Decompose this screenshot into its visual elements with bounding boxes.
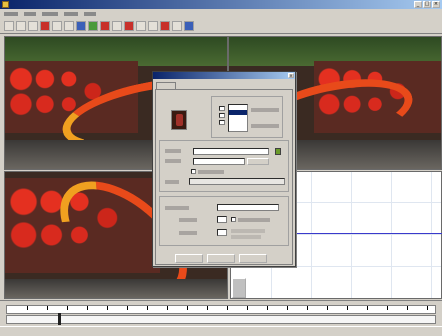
open-button[interactable] <box>16 21 26 31</box>
effect-settings-dialog: × <box>152 71 296 267</box>
label-dropdown <box>165 206 189 210</box>
window-title-bar <box>0 0 442 9</box>
menu-item-3[interactable] <box>42 12 58 16</box>
spin-field-1[interactable] <box>217 216 227 223</box>
tool-button-14[interactable] <box>160 21 170 31</box>
new-button[interactable] <box>4 21 14 31</box>
swatch-icon[interactable] <box>171 110 187 130</box>
browse-button[interactable] <box>247 158 269 165</box>
label-lower-right-2 <box>231 235 261 239</box>
ok-button[interactable] <box>175 254 203 263</box>
preset-listbox[interactable] <box>228 104 248 132</box>
playhead[interactable] <box>58 313 61 325</box>
menu-item-2[interactable] <box>24 12 36 16</box>
menu-item-4[interactable] <box>64 12 78 16</box>
color-picker-icon[interactable] <box>275 148 281 155</box>
toolbar <box>0 19 442 34</box>
record-button[interactable] <box>40 21 50 31</box>
minimize-icon[interactable]: _ <box>414 1 422 8</box>
menu-bar <box>0 9 442 19</box>
option-checkbox[interactable] <box>191 169 196 174</box>
dialog-title-bar <box>153 72 295 79</box>
status-bar <box>0 326 442 336</box>
tool-button-12[interactable] <box>136 21 146 31</box>
field-top-2[interactable] <box>219 113 225 118</box>
close-icon[interactable]: × <box>432 1 440 8</box>
input-field-2[interactable] <box>193 158 245 165</box>
field-top-1[interactable] <box>219 106 225 111</box>
save-button[interactable] <box>28 21 38 31</box>
menu-item-5[interactable] <box>84 12 96 16</box>
app-icon <box>2 1 9 8</box>
tool-button-10[interactable] <box>112 21 122 31</box>
effect-button[interactable] <box>76 21 86 31</box>
tab-general[interactable] <box>156 82 176 89</box>
play-button[interactable] <box>88 21 98 31</box>
maximize-icon[interactable]: □ <box>423 1 431 8</box>
window-controls: _ □ × <box>414 1 440 8</box>
label-field-2 <box>165 159 181 163</box>
label-field-3 <box>165 180 179 184</box>
side-button[interactable] <box>232 278 246 298</box>
cut-button[interactable] <box>52 21 62 31</box>
tool-button-13[interactable] <box>148 21 158 31</box>
spin-field-2[interactable] <box>217 229 227 236</box>
tool-button-16[interactable] <box>184 21 194 31</box>
label-lower-right-1 <box>231 229 265 233</box>
help-button[interactable] <box>239 254 267 263</box>
label-field-1 <box>165 149 181 153</box>
input-field-1[interactable] <box>193 148 269 155</box>
label-top-right-2 <box>251 124 279 128</box>
copy-button[interactable] <box>64 21 74 31</box>
input-field-3[interactable] <box>189 178 285 185</box>
checkbox-1[interactable] <box>231 217 236 222</box>
stop-button[interactable] <box>100 21 110 31</box>
label-top-right-1 <box>251 108 279 112</box>
tool-button-11[interactable] <box>124 21 134 31</box>
label-spin-1 <box>179 218 197 222</box>
cancel-button[interactable] <box>207 254 235 263</box>
option-checkbox-label <box>198 170 224 174</box>
graph-line <box>297 233 442 234</box>
checkbox-1-label <box>238 218 270 222</box>
dropdown-select[interactable] <box>217 204 279 211</box>
close-icon[interactable]: × <box>288 73 294 78</box>
label-spin-2 <box>179 231 197 235</box>
timeline-ruler[interactable] <box>6 305 436 314</box>
list-item[interactable] <box>229 120 247 125</box>
field-top-3[interactable] <box>219 120 225 125</box>
tool-button-15[interactable] <box>172 21 182 31</box>
timeline-track[interactable] <box>6 315 436 324</box>
menu-item-1[interactable] <box>4 12 18 16</box>
